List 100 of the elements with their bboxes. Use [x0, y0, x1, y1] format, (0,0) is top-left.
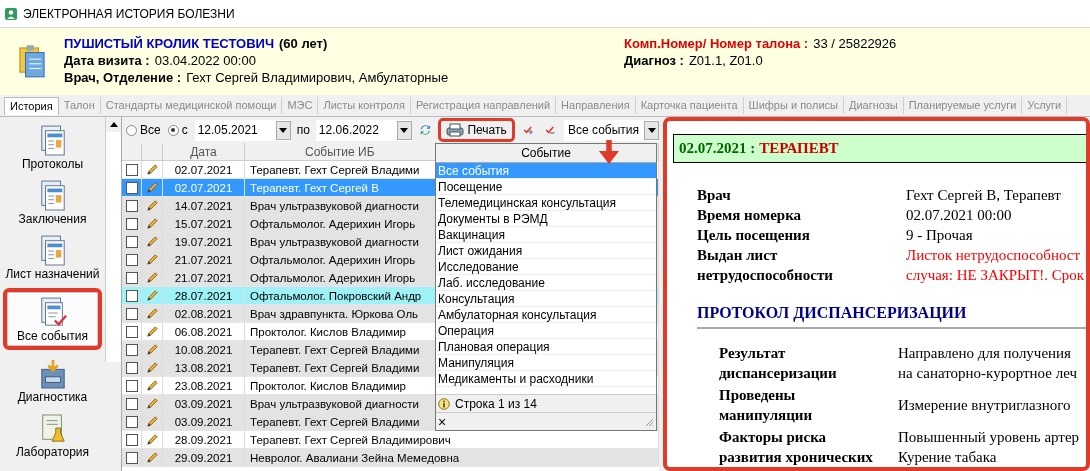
printer-icon — [446, 123, 465, 137]
period-radio[interactable]: Все — [126, 123, 161, 137]
column-header: Событие — [436, 144, 656, 163]
pencil-icon[interactable] — [145, 415, 159, 428]
doctor-label: Врач, Отделение : — [64, 69, 182, 86]
date-to-field[interactable]: 12.06.2022 — [315, 119, 412, 141]
sidebar-item[interactable]: Диагностика — [0, 354, 105, 407]
table-row[interactable]: 29.09.2021 Невролог. Авалиани Зейна Мемедовна — [122, 449, 659, 467]
pencil-icon[interactable] — [145, 289, 159, 302]
row-checkbox[interactable] — [125, 397, 138, 410]
field-value: Направлено для получения — [898, 344, 1073, 363]
dropdown-option[interactable]: Лаб. исследование — [436, 275, 656, 291]
document-icon — [38, 125, 67, 157]
sidebar-item[interactable]: Протоколы — [0, 121, 105, 174]
sidebar-label: Заключения — [18, 212, 87, 227]
row-checkbox[interactable] — [125, 325, 138, 338]
app-icon — [4, 6, 18, 21]
dropdown-option[interactable]: Плановая операция — [436, 339, 656, 355]
pencil-icon[interactable] — [145, 451, 159, 464]
visit-date: 03.04.2022 00:00 — [154, 52, 256, 69]
pencil-icon[interactable] — [145, 397, 159, 410]
field-label: Результат диспансеризации — [719, 344, 838, 383]
dropdown-option[interactable]: Консультация — [436, 291, 656, 307]
pencil-icon[interactable] — [145, 217, 159, 230]
document-check-icon — [38, 297, 67, 329]
row-checkbox[interactable] — [125, 379, 138, 392]
pencil-icon[interactable] — [145, 379, 159, 392]
pencil-icon[interactable] — [145, 253, 159, 266]
dropdown-option[interactable]: Телемедицинская консультация — [436, 195, 656, 211]
sidebar-item[interactable]: Лаборатория — [0, 409, 105, 462]
caret-icon — [647, 127, 656, 133]
resize-grip-icon[interactable] — [644, 416, 654, 427]
field-value: Курение табака — [898, 448, 998, 467]
field-label: Выдан лист нетрудоспособности — [697, 246, 834, 285]
pencil-icon[interactable] — [145, 343, 159, 356]
sidebar-item[interactable]: Лист назначений — [0, 231, 105, 284]
caret-icon — [109, 122, 118, 127]
dropdown-option[interactable]: Вакцинация — [436, 227, 656, 243]
row-checkbox[interactable] — [125, 361, 138, 374]
pencil-icon[interactable] — [145, 181, 159, 194]
row-checkbox[interactable] — [125, 199, 138, 212]
sidebar-label: Диагностика — [17, 390, 88, 405]
row-counter: Строка 1 из 14 — [455, 396, 537, 411]
pencil-icon[interactable] — [145, 307, 159, 320]
sidebar-label: Лаборатория — [15, 445, 90, 460]
diagnosis-label: Диагноз : — [624, 52, 684, 69]
section-title: ПРОТОКОЛ ДИСПАНСЕРИЗАЦИИ — [697, 304, 1086, 329]
pencil-icon[interactable] — [145, 325, 159, 338]
dropdown-option[interactable]: Манипуляция — [436, 355, 656, 371]
annotation-arrow — [598, 140, 620, 164]
document-icon — [38, 235, 67, 267]
caret-icon — [279, 127, 288, 133]
date-cell: 29.09.2021 — [163, 449, 245, 467]
row-checkbox[interactable] — [125, 289, 138, 302]
row-checkbox[interactable] — [125, 181, 138, 194]
dropdown-option[interactable]: Лист ожидания — [436, 243, 656, 259]
sidebar-label: Протоколы — [21, 157, 84, 172]
tab[interactable]: История — [4, 96, 59, 115]
field-label: Врач — [697, 186, 732, 205]
row-checkbox[interactable] — [125, 271, 138, 284]
period-radio[interactable]: с — [167, 123, 188, 137]
sidebar-item[interactable]: Все события — [3, 288, 102, 350]
pencil-icon[interactable] — [145, 163, 159, 176]
pencil-icon[interactable] — [145, 433, 159, 446]
field-value: 9 - Прочая — [906, 226, 973, 245]
sidebar-item[interactable]: Заключения — [0, 176, 105, 229]
ticket-label: Комп.Номер/ Номер талона : — [624, 35, 809, 52]
ticket-number: 33 / 25822926 — [813, 35, 897, 52]
dropdown-option[interactable]: Документы в РЭМД — [436, 211, 656, 227]
row-checkbox[interactable] — [125, 253, 138, 266]
event-type-dropdown[interactable]: Все события — [564, 119, 659, 141]
field-label: Проведены манипуляции — [719, 386, 814, 425]
row-checkbox[interactable] — [125, 307, 138, 320]
scroll-up-button[interactable] — [106, 117, 121, 132]
documents-icon — [18, 43, 46, 79]
pencil-icon[interactable] — [145, 235, 159, 248]
pencil-icon[interactable] — [145, 199, 159, 212]
pencil-icon[interactable] — [145, 271, 159, 284]
dropdown-option[interactable]: Операция — [436, 323, 656, 339]
dropdown-option[interactable]: Медикаменты и расходники — [436, 371, 656, 387]
info-icon — [438, 397, 450, 410]
row-checkbox[interactable] — [125, 451, 138, 464]
dropdown-option[interactable]: Посещение — [436, 179, 656, 195]
event-cell: Невролог. Авалиани Зейна Мемедовна — [245, 449, 659, 467]
record-heading: 02.07.2021 : ТЕРАПЕВТ — [673, 134, 1086, 163]
row-checkbox[interactable] — [125, 415, 138, 428]
table-row[interactable]: 28.09.2021 Терапевт. Гехт Сергей Владимирович — [122, 431, 659, 449]
close-button[interactable]: × — [438, 414, 447, 429]
date-from-field[interactable]: 12.05.2021 — [194, 119, 291, 141]
print-button[interactable]: Печать — [438, 118, 515, 142]
row-checkbox[interactable] — [125, 433, 138, 446]
row-checkbox[interactable] — [125, 343, 138, 356]
row-checkbox[interactable] — [125, 163, 138, 176]
window-title: ЭЛЕКТРОННАЯ ИСТОРИЯ БОЛЕЗНИ — [23, 6, 235, 21]
row-checkbox[interactable] — [125, 235, 138, 248]
dropdown-option[interactable]: Амбулаторная консультация — [436, 307, 656, 323]
pencil-icon[interactable] — [145, 361, 159, 374]
row-checkbox[interactable] — [125, 217, 138, 230]
dropdown-option[interactable]: Исследование — [436, 259, 656, 275]
refresh-icon[interactable] — [419, 122, 431, 138]
